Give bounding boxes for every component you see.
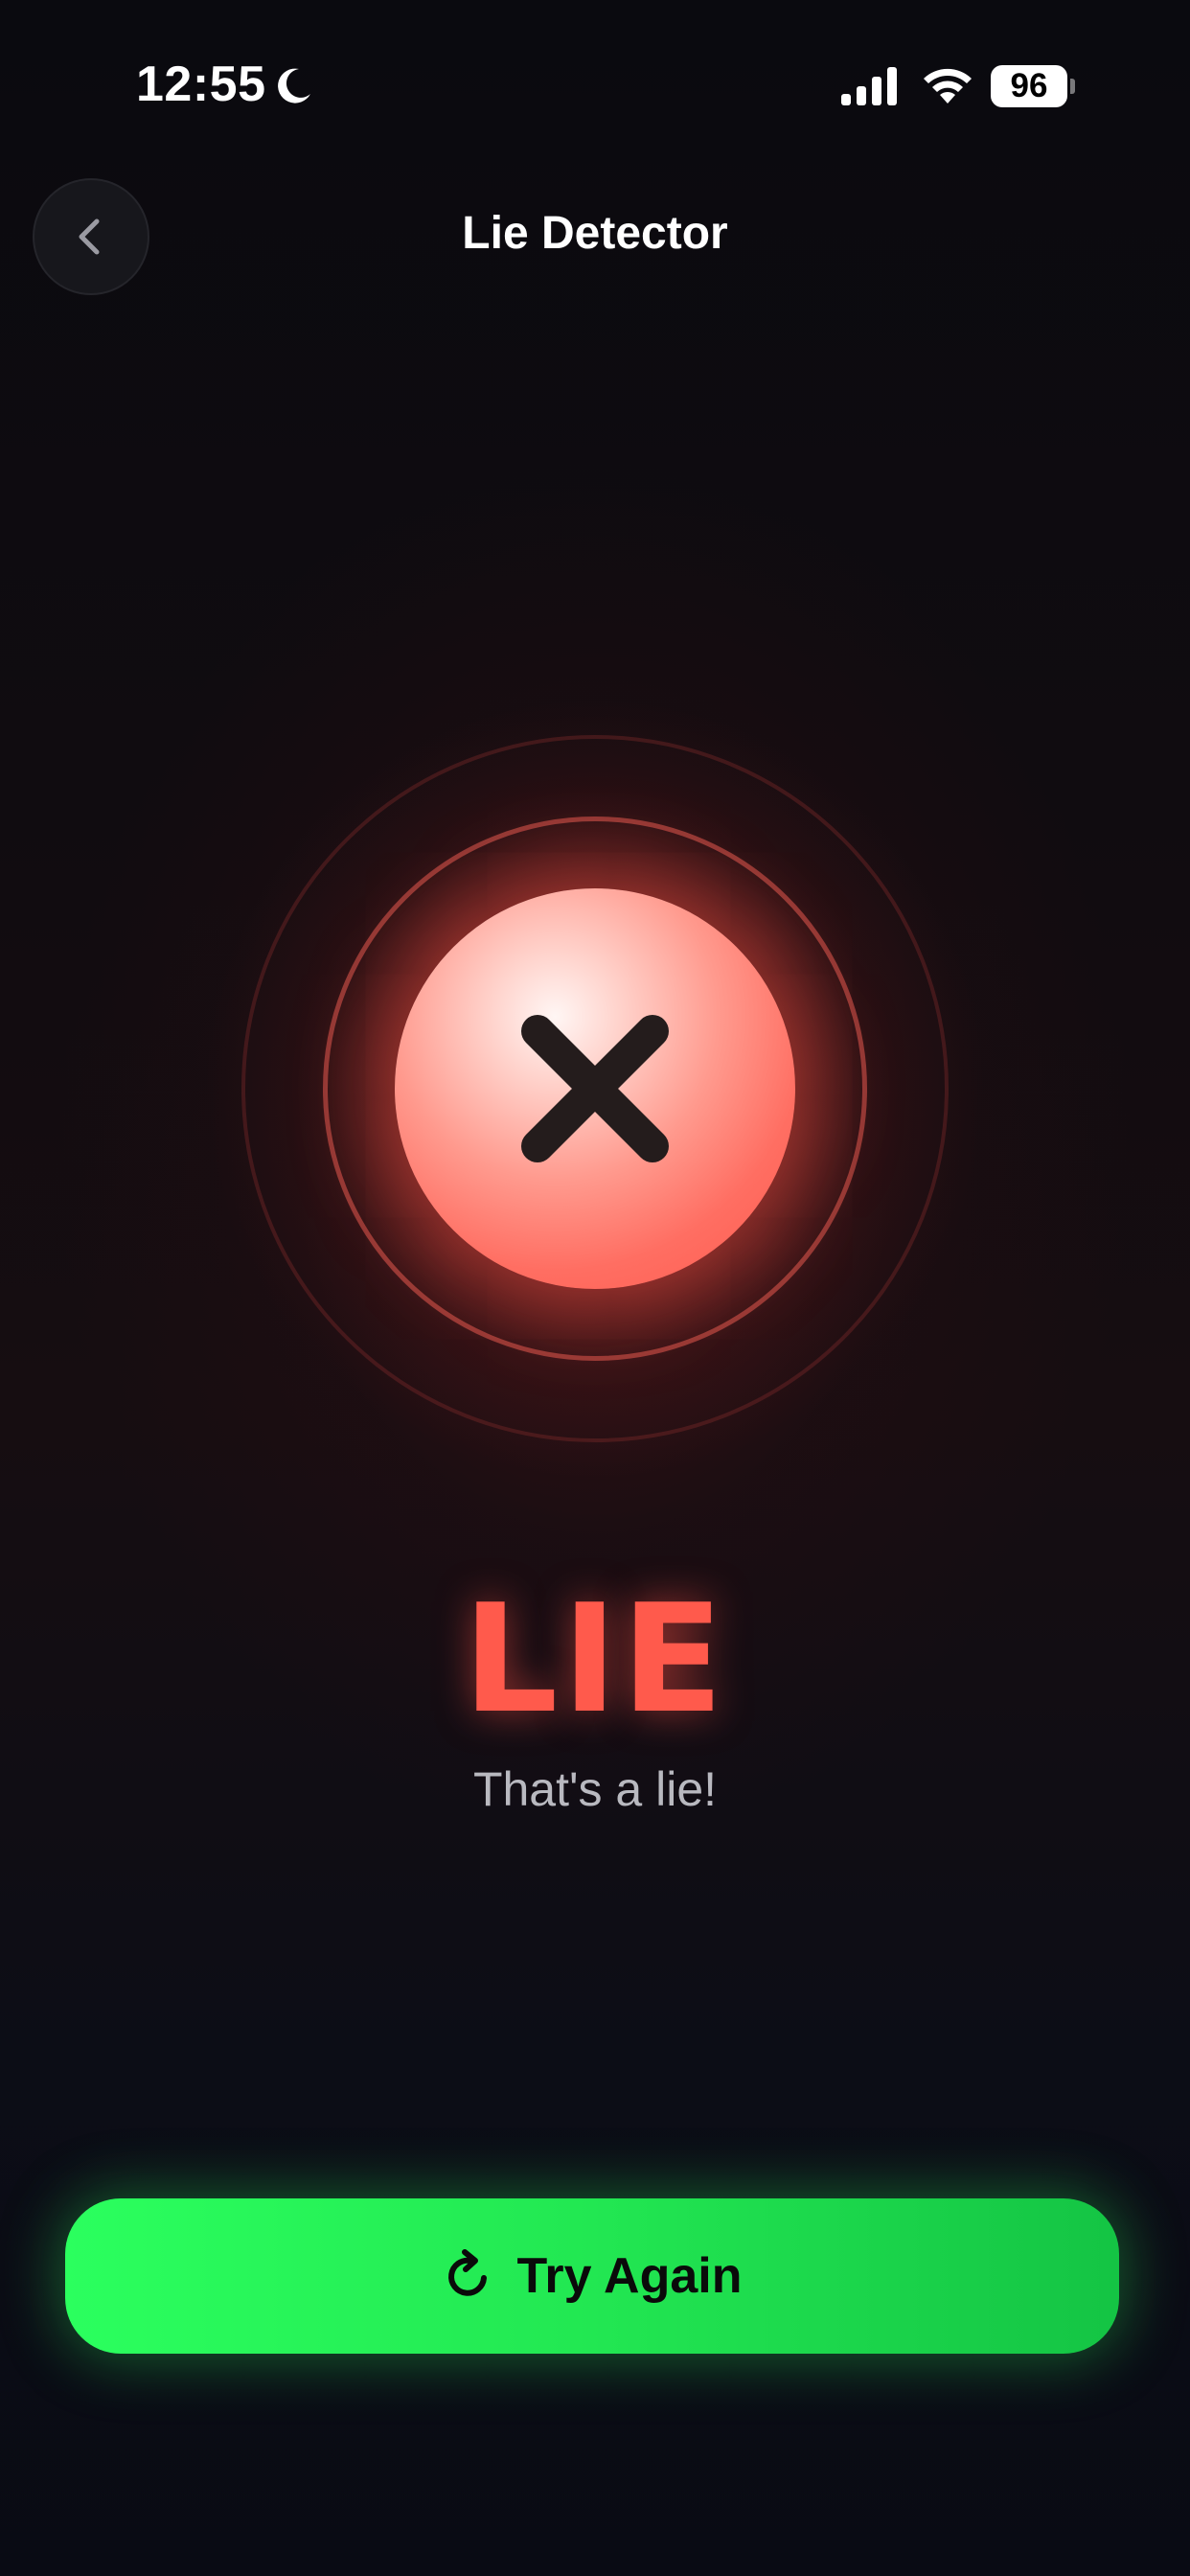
battery-tip xyxy=(1070,79,1075,94)
result-subtitle: That's a lie! xyxy=(472,1762,718,1816)
try-again-label: Try Again xyxy=(516,2248,743,2304)
try-again-button[interactable]: Try Again xyxy=(65,2198,1119,2354)
status-time: 12:55 xyxy=(136,57,266,112)
signal-icon xyxy=(841,67,897,105)
wifi-icon xyxy=(924,68,972,104)
x-icon xyxy=(521,1015,669,1162)
page-title: Lie Detector xyxy=(462,208,728,259)
lie-detector-result-screen: 12:55 96 Lie Detector LIE That's a lie! xyxy=(0,0,1190,2576)
refresh-icon xyxy=(448,2249,488,2296)
battery-indicator: 96 xyxy=(991,65,1067,107)
result-label: LIE xyxy=(462,1572,727,1746)
moon-icon xyxy=(278,68,310,104)
result-orb xyxy=(395,888,795,1289)
